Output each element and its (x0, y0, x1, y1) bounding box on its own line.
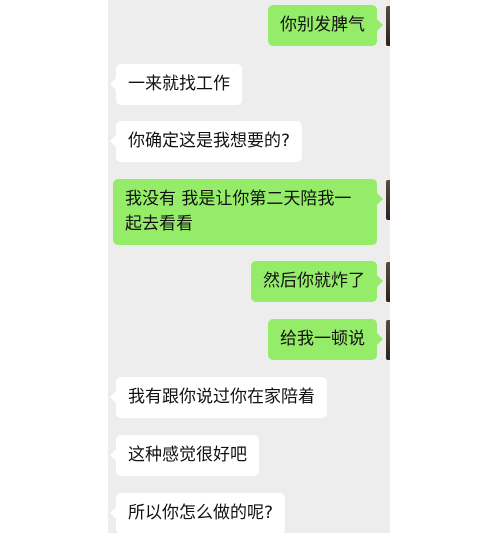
message-bubble-received[interactable]: 一来就找工作 (110, 64, 242, 105)
my-avatar[interactable] (386, 6, 390, 46)
message-bubble-received[interactable]: 这种感觉很好吧 (110, 435, 259, 476)
my-avatar[interactable] (386, 320, 390, 360)
my-avatar[interactable] (386, 180, 390, 220)
message-bubble-received[interactable]: 所以你怎么做的呢? (109, 493, 286, 533)
message-bubble-sent[interactable]: 然后你就炸了 (251, 261, 383, 302)
message-bubble-received[interactable]: 我有跟你说过你在家陪着 (110, 377, 327, 418)
message-bubble-sent[interactable]: 你别发脾气 (268, 5, 383, 46)
message-bubble-sent[interactable]: 我没有 我是让你第二天陪我一起去看看 (113, 179, 383, 245)
chat-area: 你别发脾气 一来就找工作 你确定这是我想要的? 我没有 我是让你第二天陪我一起去… (108, 0, 390, 533)
my-avatar[interactable] (386, 262, 390, 302)
message-bubble-sent[interactable]: 给我一顿说 (268, 319, 383, 360)
message-bubble-received[interactable]: 你确定这是我想要的? (109, 121, 303, 162)
